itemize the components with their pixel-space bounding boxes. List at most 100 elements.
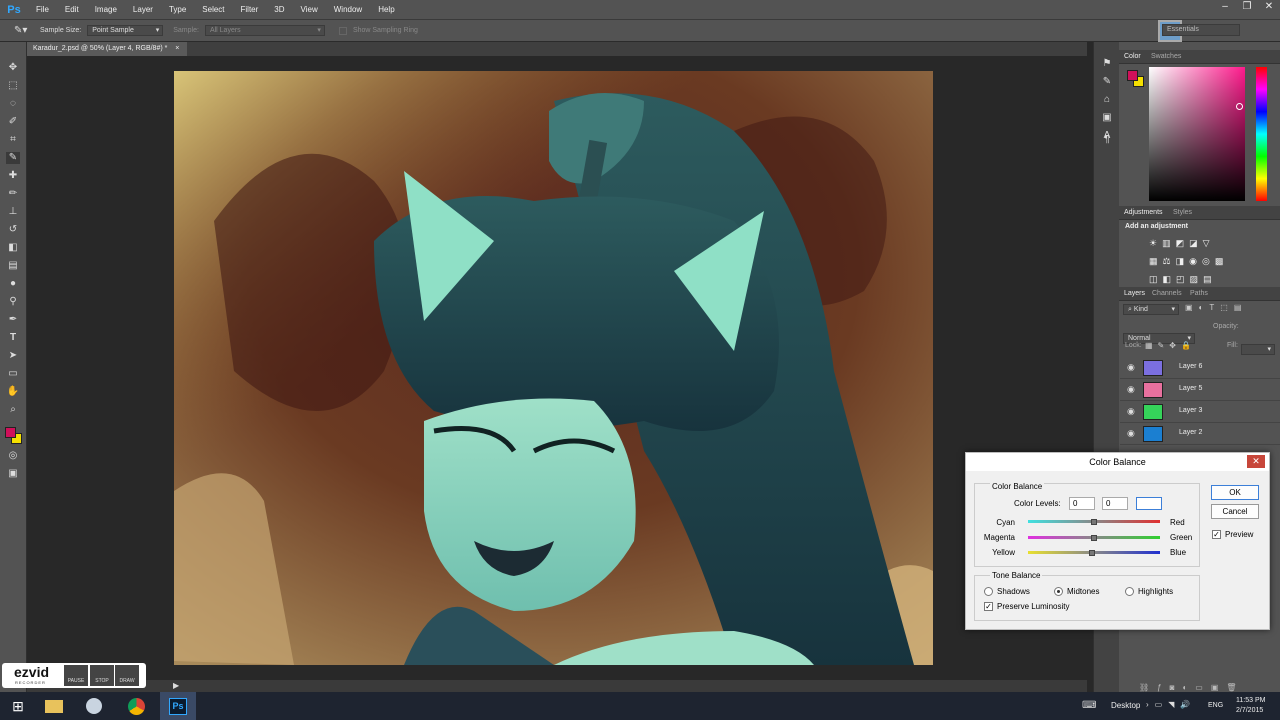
color-level-magenta-green-input[interactable]: 0 [1102,497,1128,510]
canvas-area[interactable] [27,56,1087,680]
color-balance-icon[interactable]: ⚖ [1163,256,1176,266]
color-field-picker[interactable] [1236,103,1243,110]
tab-channels[interactable]: Channels [1152,287,1182,300]
screen-mode-icon[interactable]: ▣ [6,468,20,480]
desktop-toolbar[interactable]: Desktop [1111,701,1140,710]
ezvid-pause-button[interactable]: PAUSE [64,665,88,686]
close-tab-icon[interactable]: × [175,45,179,52]
layer-row[interactable]: ◉ Layer 6 [1120,357,1280,379]
visibility-eye-icon[interactable]: ◉ [1127,406,1135,417]
layer-row[interactable]: ◉ Layer 2 [1120,423,1280,445]
preserve-luminosity-checkbox[interactable]: ✓ [984,602,993,611]
photo-filter-icon[interactable]: ◉ [1189,256,1202,266]
selective-color-icon[interactable]: ▨ [1190,274,1204,284]
tab-paths[interactable]: Paths [1190,287,1208,300]
eraser-tool-icon[interactable]: ◧ [6,242,20,254]
menu-help[interactable]: Help [370,5,402,14]
show-ring-checkbox[interactable] [338,26,347,35]
dialog-close-button[interactable]: ✕ [1247,455,1265,468]
blur-tool-icon[interactable]: ● [6,278,20,290]
quick-mask-icon[interactable]: ◎ [6,450,20,462]
visibility-eye-icon[interactable]: ◉ [1127,428,1135,439]
ezvid-draw-button[interactable]: DRAW [115,665,139,686]
close-icon[interactable]: ✕ [1258,0,1280,14]
layer-row[interactable]: ◉ Layer 3 [1120,401,1280,423]
start-button[interactable]: ⊞ [0,692,36,720]
preview-checkbox[interactable]: ✓ [1212,530,1221,539]
dodge-tool-icon[interactable]: ⚲ [6,296,20,308]
menu-view[interactable]: View [293,5,326,14]
artwork-canvas[interactable] [174,71,933,665]
curves-icon[interactable]: ◩ [1176,238,1190,248]
minimize-icon[interactable]: – [1214,0,1236,14]
tab-swatches[interactable]: Swatches [1151,50,1181,63]
paragraph-icon[interactable]: ¶ [1100,134,1114,146]
sample-select[interactable]: All Layers [204,25,325,36]
foreground-color-swatch[interactable] [5,427,16,438]
taskbar-chrome[interactable] [118,692,154,720]
keyboard-icon[interactable]: ⌨ [1082,700,1096,711]
taskbar-file-explorer[interactable] [36,692,72,720]
levels-icon[interactable]: ▥ [1162,238,1176,248]
type-tool-icon[interactable]: T [6,332,20,344]
lock-icons[interactable]: ▦✎✥🔒 [1145,341,1196,350]
quick-select-tool-icon[interactable]: ✐ [6,116,20,128]
shadows-radio[interactable] [984,587,993,596]
crop-tool-icon[interactable]: ⌗ [6,134,20,146]
menu-edit[interactable]: Edit [57,5,87,14]
visibility-eye-icon[interactable]: ◉ [1127,362,1135,373]
menu-type[interactable]: Type [161,5,194,14]
highlights-radio[interactable] [1125,587,1134,596]
hue-slider[interactable] [1256,67,1267,201]
tab-adjustments[interactable]: Adjustments [1124,206,1163,219]
cancel-button[interactable]: Cancel [1211,504,1259,519]
color-level-yellow-blue-input[interactable]: 0 [1136,497,1162,510]
shape-tool-icon[interactable]: ▭ [6,368,20,380]
cyan-red-slider-knob[interactable] [1091,519,1097,525]
history-brush-tool-icon[interactable]: ↺ [6,224,20,236]
sample-size-select[interactable]: Point Sample [87,25,164,36]
layer-kind-filter[interactable]: ⌕ Kind [1123,304,1179,315]
magenta-green-slider-knob[interactable] [1091,535,1097,541]
brush-tool-icon[interactable]: ✏ [6,188,20,200]
tray-icons[interactable]: ›▭◥🔊 [1146,700,1196,709]
clock-time[interactable]: 11:53 PM [1236,697,1265,704]
clock-date[interactable]: 2/7/2015 [1236,707,1263,714]
play-icon[interactable]: ▶ [173,681,179,690]
stamp-tool-icon[interactable]: ⊥ [6,206,20,218]
document-tab[interactable]: Karadur_2.psd @ 50% (Layer 4, RGB/8#) * … [27,42,188,56]
midtones-radio[interactable] [1054,587,1063,596]
visibility-eye-icon[interactable]: ◉ [1127,384,1135,395]
gradient-map-icon[interactable]: ▤ [1203,274,1217,284]
eyedropper-tool-icon[interactable]: ✎ [6,152,20,164]
pen-tool-icon[interactable]: ✒ [6,314,20,326]
menu-file[interactable]: File [28,5,57,14]
hue-saturation-icon[interactable]: ▦ [1149,256,1163,266]
tool-presets-icon[interactable]: ▣ [1100,112,1114,124]
invert-icon[interactable]: ◫ [1149,274,1163,284]
marquee-tool-icon[interactable]: ⬚ [6,80,20,92]
black-white-icon[interactable]: ◨ [1176,256,1190,266]
menu-image[interactable]: Image [87,5,125,14]
healing-brush-tool-icon[interactable]: ✚ [6,170,20,182]
taskbar-app-2[interactable] [76,692,112,720]
tab-layers[interactable]: Layers [1124,287,1145,300]
hand-tool-icon[interactable]: ✋ [6,386,20,398]
clone-source-icon[interactable]: ⌂ [1100,94,1114,106]
move-tool-icon[interactable]: ✥ [6,62,20,74]
posterize-icon[interactable]: ◧ [1163,274,1177,284]
ezvid-stop-button[interactable]: STOP [90,665,114,686]
ok-button[interactable]: OK [1211,485,1259,500]
menu-window[interactable]: Window [326,5,370,14]
brightness-contrast-icon[interactable]: ☀ [1149,238,1162,248]
color-lookup-icon[interactable]: ▩ [1215,256,1229,266]
color-panel-foreground-swatch[interactable] [1127,70,1138,81]
menu-3d[interactable]: 3D [266,5,292,14]
menu-select[interactable]: Select [194,5,232,14]
gradient-tool-icon[interactable]: ▤ [6,260,20,272]
zoom-tool-icon[interactable]: ⌕ [6,404,20,416]
workspace-select[interactable]: Essentials [1162,24,1240,36]
path-select-tool-icon[interactable]: ➤ [6,350,20,362]
color-field[interactable] [1149,67,1245,201]
color-level-cyan-red-input[interactable]: 0 [1069,497,1095,510]
